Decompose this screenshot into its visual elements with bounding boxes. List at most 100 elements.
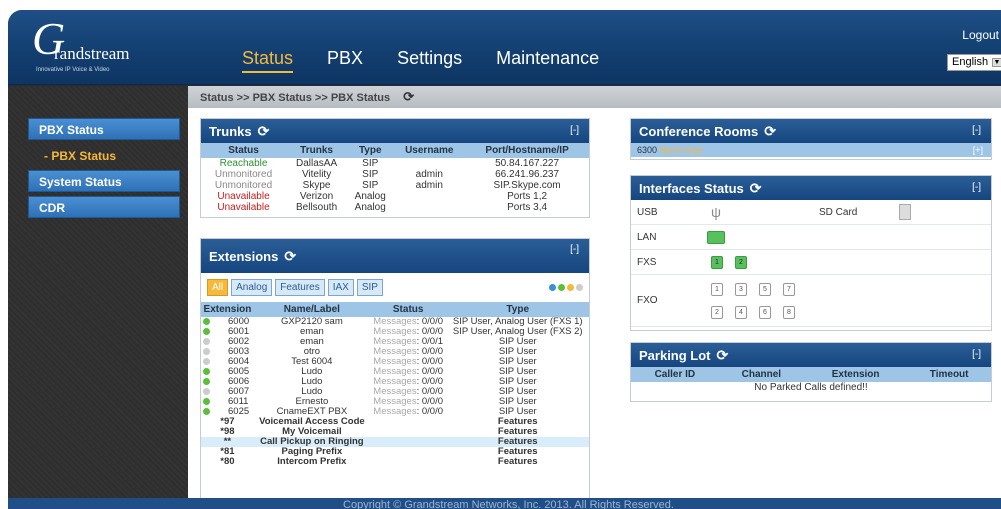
sidebar-item-cdr[interactable]: CDR [28,196,180,218]
filter-analog-button[interactable]: Analog [231,279,273,296]
trunk-name: Bellsouth [296,202,338,213]
conference-expand-button[interactable]: [+] [973,143,983,157]
trunk-name: DallasAA [296,158,338,169]
fxo-port-icon: 1 [711,282,723,296]
filter-all-button[interactable]: All [207,279,229,296]
language-select[interactable]: English ▼ [947,54,1001,71]
nav-pbx[interactable]: PBX [327,48,363,73]
trunk-name: Verizon [299,191,334,202]
extension-status: Messages: 0/0/0 [370,407,447,417]
footer: Copyright © Grandstream Networks, Inc. 2… [8,498,1001,509]
table-row[interactable]: Reachable DallasAA SIP 50.84.167.227 [201,158,589,169]
table-row[interactable]: Unmonitored Vitelity SIP admin 66.241.96.237 [201,169,589,180]
messages-label: Messages [373,406,417,417]
main-nav: Status PBX Settings Maintenance [242,48,633,73]
parking-refresh-icon[interactable]: ⟳ [717,347,729,363]
usb-icon: ψ [711,204,721,220]
trunks-column-header: Username [393,143,466,158]
parking-column-header: Caller ID [631,367,719,382]
extensions-column-header: Extension [201,302,254,317]
fxs-label: FXS [637,256,657,268]
table-row[interactable]: Unavailable Bellsouth Analog Ports 3,4 [201,202,589,213]
content: Status >> PBX Status >> PBX Status ⟳ Tru… [188,86,1001,506]
messages-count: : 0/0/0 [416,406,444,417]
extensions-column-header: Name/Label [253,302,370,317]
trunks-column-header: Status [201,143,287,158]
status-dot-icon [203,387,210,395]
parking-title-bar: Parking Lot ⟳ [-] [631,343,991,367]
extensions-collapse-button[interactable]: [-] [570,239,579,261]
trunks-title: Trunks [209,124,252,139]
feature-name: Intercom Prefix [277,456,347,467]
table-row[interactable]: Unmonitored Skype SIP admin SIP.Skype.com [201,180,589,191]
extension-legend [549,284,583,291]
extension-filters: All Analog Features IAX SIP [201,273,589,302]
extensions-refresh-icon[interactable]: ⟳ [284,248,296,264]
trunk-status: Reachable [219,158,268,169]
trunks-column-header: Type [347,143,394,158]
body: PBX Status - PBX Status System Status CD… [8,86,1001,506]
language-value: English [952,56,989,68]
trunks-panel: Trunks ⟳ [-] Status Trunks Type Username Port… [200,118,590,218]
trunk-username: admin [415,169,443,180]
fxo-port-icon: 7 [783,282,795,296]
trunk-type: SIP [362,158,379,169]
parking-empty-message: No Parked Calls defined!! [754,382,868,393]
interfaces-collapse-button[interactable]: [-] [972,176,981,200]
parking-column-header: Channel [718,367,804,382]
feature-status [370,417,447,427]
parking-collapse-button[interactable]: [-] [972,343,981,367]
logo[interactable]: G randstream Innovative IP Voice & Video [32,14,142,78]
trunk-type: SIP [362,169,379,180]
feature-status [370,447,447,457]
fxo-port-icon: 3 [735,282,747,296]
conference-collapse-button[interactable]: [-] [972,119,981,143]
conference-refresh-icon[interactable]: ⟳ [764,123,776,139]
fxo-ports-bottom: 2468 [711,305,807,319]
trunk-status: Unavailable [217,202,270,213]
status-legend-dot [549,284,556,291]
sidebar-item-system-status[interactable]: System Status [28,170,180,192]
status-dot-icon [203,357,210,365]
trunk-host: Ports 3,4 [507,202,548,213]
sidebar-item-pbx-status[interactable]: PBX Status [28,118,180,140]
filter-features-button[interactable]: Features [275,279,325,296]
fxo-port-icon: 5 [759,282,771,296]
trunks-collapse-button[interactable]: [-] [570,119,579,143]
filter-iax-button[interactable]: IAX [327,279,354,296]
sd-card-icon [899,204,911,220]
sidebar-subitem-pbx-status[interactable]: - PBX Status [28,144,180,168]
nav-settings[interactable]: Settings [397,48,462,73]
table-row[interactable]: *80 Intercom Prefix Features [201,457,589,467]
extensions-title: Extensions [209,249,279,264]
usb-label: USB [637,206,658,218]
trunk-username [393,191,465,202]
fxo-ports-top: 1357 [711,282,807,296]
fxs-port-icon: 2 [735,255,747,269]
filter-sip-button[interactable]: SIP [356,279,383,296]
interfaces-refresh-icon[interactable]: ⟳ [750,180,762,196]
interfaces-title: Interfaces Status [639,181,744,196]
trunk-username [393,158,465,169]
table-row[interactable]: Unavailable Verizon Analog Ports 1,2 [201,191,589,202]
usb-row: USB ψ SD Card [631,200,991,225]
conference-title: Conference Rooms [639,124,759,139]
logout-link[interactable]: Logout [962,28,999,42]
nav-maintenance[interactable]: Maintenance [496,48,599,73]
parking-panel: Parking Lot ⟳ [-] Caller ID Channel Extensi… [630,342,992,402]
fxs-row: FXS 12 [631,250,991,275]
conference-room-row[interactable]: 6300 Not In Use [+] [631,143,991,157]
status-dot-icon [203,327,210,335]
feature-status [370,457,447,467]
nav-status[interactable]: Status [242,48,294,73]
trunk-type: Analog [354,191,386,202]
trunks-refresh-icon[interactable]: ⟳ [258,123,270,139]
refresh-icon[interactable]: ⟳ [403,86,414,108]
conference-title-bar: Conference Rooms ⟳ [-] [631,119,991,143]
conference-room-status: Not In Use [659,145,703,155]
trunk-status: Unmonitored [214,180,273,191]
parking-title: Parking Lot [639,348,711,363]
fxo-label: FXO [637,295,658,306]
fxs-port-icon: 1 [711,255,723,269]
parking-table: Caller ID Channel Extension Timeout No Park… [631,367,991,393]
